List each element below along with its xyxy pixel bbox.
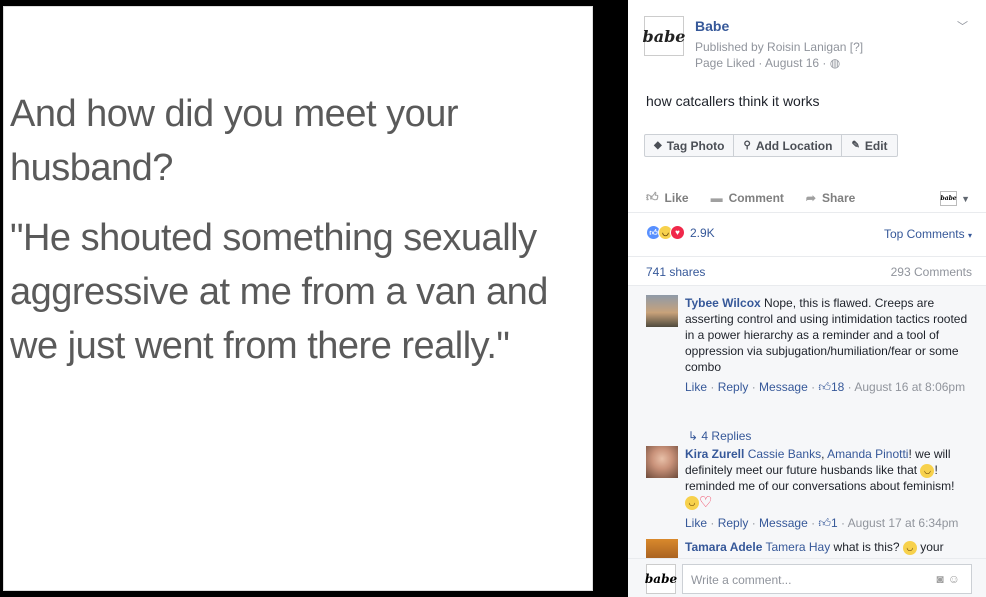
add-location-button[interactable]: ⚲ Add Location xyxy=(734,135,843,156)
thumbs-up-icon: 👍︎ xyxy=(818,380,831,394)
tagged-user[interactable]: Amanda Pinotti xyxy=(827,447,908,461)
like-comment-share-bar: 👍︎ Like ▬ Comment ➦ Share babe ▼ xyxy=(628,183,986,213)
shares-link[interactable]: 741 shares xyxy=(646,265,705,279)
comment-like-link[interactable]: Like xyxy=(685,516,707,530)
avatar[interactable] xyxy=(646,295,678,327)
tagged-user[interactable]: Tamera Hay xyxy=(766,540,831,554)
comment-body: Kira Zurell Cassie Banks, Amanda Pinotti… xyxy=(685,446,975,531)
photo-actions: ◆ Tag Photo ⚲ Add Location ✎ Edit xyxy=(644,134,898,157)
reactions-count: 2.9K xyxy=(690,225,715,240)
meme-line: And how did you meet your xyxy=(10,93,459,135)
love-reaction-icon: ♥ xyxy=(670,225,685,240)
top-comments-label: Top Comments xyxy=(883,227,965,241)
tongue-emoji-icon: ◡ xyxy=(685,495,699,510)
share-button[interactable]: ➦ Share xyxy=(806,191,855,205)
thumbs-up-icon: 👍︎ xyxy=(646,190,659,204)
comment-label: Comment xyxy=(728,190,784,205)
chevron-down-icon[interactable]: ﹀ xyxy=(957,18,968,34)
tag-photo-button[interactable]: ◆ Tag Photo xyxy=(645,135,735,156)
comment-text: your xyxy=(920,540,944,554)
mini-page-avatar: babe xyxy=(940,191,958,206)
share-label: Share xyxy=(821,190,856,205)
published-by: Published by Roisin Lanigan [?] xyxy=(695,40,864,54)
caret-down-icon: ▾ xyxy=(967,231,972,240)
top-comments-dropdown[interactable]: Top Comments ▾ xyxy=(884,227,972,241)
smiley-icon[interactable]: ☺ xyxy=(948,572,964,586)
pencil-icon: ✎ xyxy=(851,140,860,151)
thumbs-up-icon: 👍︎ xyxy=(818,515,831,530)
commenter-name[interactable]: Kira Zurell xyxy=(685,447,744,461)
globe-icon: ◍ xyxy=(829,56,841,70)
page-name-link[interactable]: Babe xyxy=(695,18,729,34)
view-replies-link[interactable]: ↳ 4 Replies xyxy=(688,429,751,443)
grin-emoji-icon: ◡ xyxy=(920,463,935,478)
reply-arrow-icon: ↳ xyxy=(688,429,699,443)
comment-composer: babe Write a comment... ◙☺ xyxy=(628,558,986,597)
add-location-label: Add Location xyxy=(755,138,833,153)
comment-reply-link[interactable]: Reply xyxy=(718,516,749,530)
comment-time[interactable]: August 17 at 6:34pm xyxy=(848,516,959,530)
comment-button[interactable]: ▬ Comment xyxy=(711,191,784,205)
profile-picker[interactable]: babe ▼ xyxy=(940,191,970,206)
comment-like-count[interactable]: 18 xyxy=(831,380,844,394)
post-caption: how catcallers think it works xyxy=(646,93,820,109)
avatar[interactable] xyxy=(646,446,678,478)
commenter-name[interactable]: Tamara Adele xyxy=(685,540,762,554)
comment-like-count[interactable]: 1 xyxy=(831,516,838,530)
post-sidebar: babe Babe Published by Roisin Lanigan [?… xyxy=(628,0,986,597)
like-button[interactable]: 👍︎ Like xyxy=(646,190,689,205)
heart-icon: ♡ xyxy=(699,493,713,511)
meme-line: "He shouted something sexually xyxy=(10,217,537,259)
share-arrow-icon: ➦ xyxy=(805,190,816,205)
speech-bubble-icon: ▬ xyxy=(710,190,723,205)
photo-pane: And how did you meet your husband? "He s… xyxy=(0,0,600,597)
tag-photo-label: Tag Photo xyxy=(666,138,725,153)
comments-count[interactable]: 293 Comments xyxy=(891,265,972,279)
replies-label: 4 Replies xyxy=(701,429,752,443)
post-meta: Page Liked · August 16 · ◍ xyxy=(695,56,840,70)
comment-body: Tybee Wilcox Nope, this is flawed. Creep… xyxy=(685,295,975,395)
comment-meta: Like · Reply · Message · 👍︎18 · August 1… xyxy=(685,380,966,394)
post-meta-text: Page Liked · August 16 · xyxy=(695,56,827,70)
page-avatar[interactable]: babe xyxy=(643,16,685,56)
tagged-user[interactable]: Cassie Banks xyxy=(748,447,821,461)
reactions-summary[interactable]: 👍︎ ◡ ♥ 2.9K xyxy=(646,225,715,240)
composer-icons: ◙☺ xyxy=(936,572,964,586)
commenter-name[interactable]: Tybee Wilcox xyxy=(685,296,761,310)
post-header: babe Babe Published by Roisin Lanigan [?… xyxy=(628,0,986,80)
comment-text: what is this? xyxy=(833,540,900,554)
edit-label: Edit xyxy=(864,138,888,153)
comment-like-link[interactable]: Like xyxy=(685,380,707,394)
comment-time[interactable]: August 16 at 8:06pm xyxy=(854,380,965,394)
comment-meta: Like · Reply · Message · 👍︎1 · August 17… xyxy=(685,515,959,530)
camera-icon[interactable]: ◙ xyxy=(936,572,947,586)
write-comment-input[interactable]: Write a comment... xyxy=(682,564,972,594)
comment-reply-link[interactable]: Reply xyxy=(718,380,749,394)
avatar[interactable] xyxy=(646,539,678,558)
meme-image[interactable]: And how did you meet your husband? "He s… xyxy=(3,6,593,591)
comment-body: Tamara Adele Tamera Hay what is this? ◡ … xyxy=(685,539,975,555)
tag-icon: ◆ xyxy=(654,140,662,151)
comment-message-link[interactable]: Message xyxy=(759,380,808,394)
comment-message-link[interactable]: Message xyxy=(759,516,808,530)
location-pin-icon: ⚲ xyxy=(743,140,751,151)
comments-list: Tybee Wilcox Nope, this is flawed. Creep… xyxy=(628,286,986,558)
caret-down-icon: ▼ xyxy=(961,193,970,204)
comment-placeholder: Write a comment... xyxy=(691,573,792,587)
like-label: Like xyxy=(664,190,689,205)
meme-line: husband? xyxy=(10,147,173,189)
grin-emoji-icon: ◡ xyxy=(902,540,917,555)
stats-bar: 741 shares 293 Comments xyxy=(628,256,986,286)
composer-avatar: babe xyxy=(645,564,677,594)
meme-line: aggressive at me from a van and xyxy=(10,271,548,313)
edit-button[interactable]: ✎ Edit xyxy=(842,135,896,156)
meme-line: we just went from there really." xyxy=(10,325,510,367)
